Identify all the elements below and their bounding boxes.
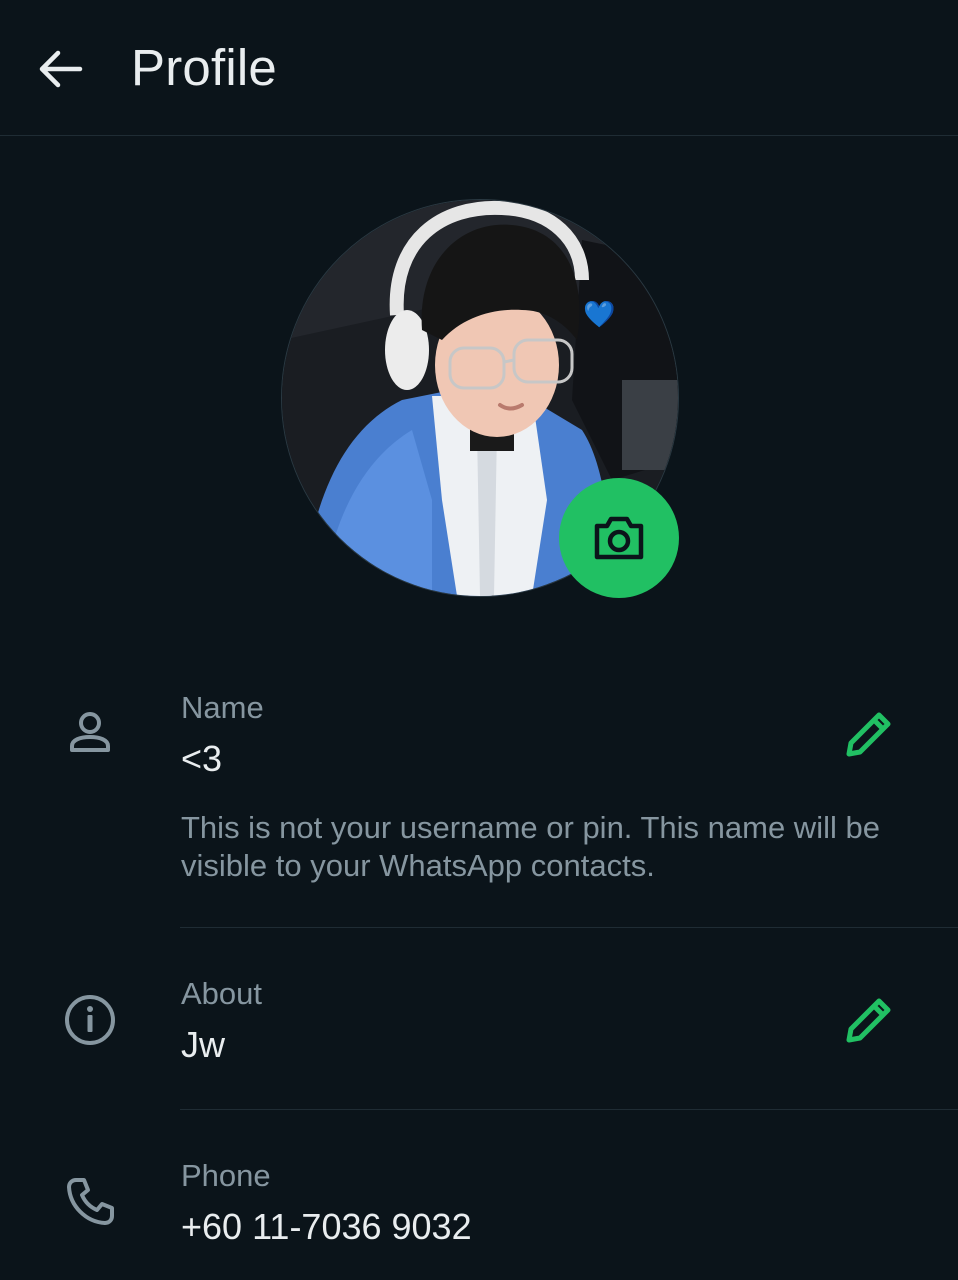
name-value[interactable]: <3 (181, 738, 222, 780)
divider (180, 1109, 958, 1110)
back-arrow-icon[interactable] (36, 44, 86, 94)
blue-heart-emoji: 💙 (583, 299, 616, 329)
camera-icon (594, 516, 644, 560)
info-icon (62, 992, 118, 1048)
phone-label: Phone (181, 1158, 271, 1193)
top-app-bar: Profile (0, 0, 958, 136)
edit-name-pencil-icon[interactable] (838, 703, 898, 763)
page-title: Profile (131, 39, 277, 96)
phone-value: +60 11-7036 9032 (181, 1206, 472, 1247)
profile-photo-container: 💙 (281, 199, 679, 598)
name-label: Name (181, 690, 264, 725)
change-photo-button[interactable] (559, 478, 679, 598)
divider (180, 927, 958, 928)
about-label: About (181, 976, 263, 1011)
name-hint-text: This is not your username or pin. This n… (181, 810, 880, 883)
person-icon (62, 706, 118, 762)
about-value[interactable]: Jw (181, 1024, 225, 1066)
phone-icon (62, 1174, 118, 1230)
edit-about-pencil-icon[interactable] (838, 989, 898, 1049)
